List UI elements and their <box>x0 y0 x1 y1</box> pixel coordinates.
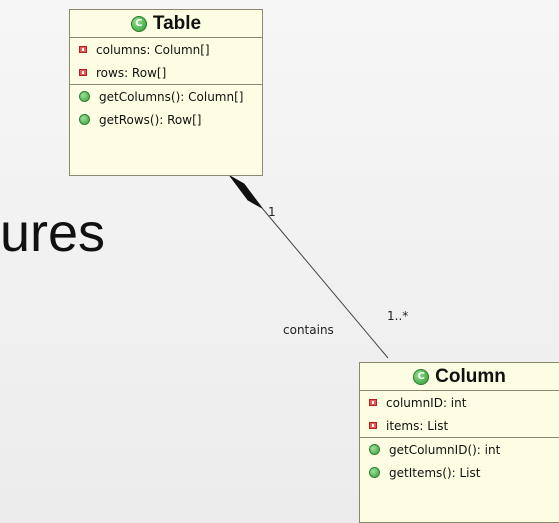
operations-section: getColumnID(): int getItems(): List <box>360 438 559 484</box>
class-header: C Table <box>70 10 262 38</box>
source-multiplicity-label: 1 <box>268 205 276 219</box>
class-name: Table <box>152 12 202 34</box>
operation-row: getColumns(): Column[] <box>70 85 262 108</box>
operation-row: getRows(): Row[] <box>70 108 262 131</box>
attribute-row: rows: Row[] <box>70 61 262 84</box>
attribute-row: columns: Column[] <box>70 38 262 61</box>
attribute-label: columnID: int <box>386 395 467 410</box>
operation-label: getColumns(): Column[] <box>99 89 244 104</box>
class-header: C Column <box>360 363 559 391</box>
operations-section: getColumns(): Column[] getRows(): Row[] <box>70 85 262 131</box>
composition-diamond-icon <box>229 175 263 209</box>
class-name: Column <box>435 365 506 387</box>
class-icon: C <box>413 368 430 385</box>
attribute-label: rows: Row[] <box>96 65 167 80</box>
attributes-section: columnID: int items: List <box>360 391 559 438</box>
public-operation-icon <box>369 467 380 478</box>
operation-label: getItems(): List <box>389 465 481 480</box>
attribute-row: items: List <box>360 414 559 437</box>
table-class-box[interactable]: C Table columns: Column[] rows: Row[] ge… <box>69 9 263 176</box>
attribute-label: items: List <box>386 418 449 433</box>
operation-label: getRows(): Row[] <box>99 112 202 127</box>
column-class-box[interactable]: C Column columnID: int items: List getCo… <box>359 362 559 523</box>
operation-row: getItems(): List <box>360 461 559 484</box>
attribute-row: columnID: int <box>360 391 559 414</box>
class-icon: C <box>130 15 147 32</box>
public-operation-icon <box>79 91 90 102</box>
private-attribute-icon <box>79 69 87 76</box>
attribute-label: columns: Column[] <box>96 42 210 57</box>
association-name-label: contains <box>283 323 334 337</box>
public-operation-icon <box>369 444 380 455</box>
private-attribute-icon <box>369 422 377 429</box>
target-multiplicity-label: 1..* <box>387 309 409 323</box>
public-operation-icon <box>79 114 90 125</box>
private-attribute-icon <box>79 46 87 53</box>
operation-row: getColumnID(): int <box>360 438 559 461</box>
private-attribute-icon <box>369 399 377 406</box>
attributes-section: columns: Column[] rows: Row[] <box>70 38 262 85</box>
operation-label: getColumnID(): int <box>389 442 501 457</box>
